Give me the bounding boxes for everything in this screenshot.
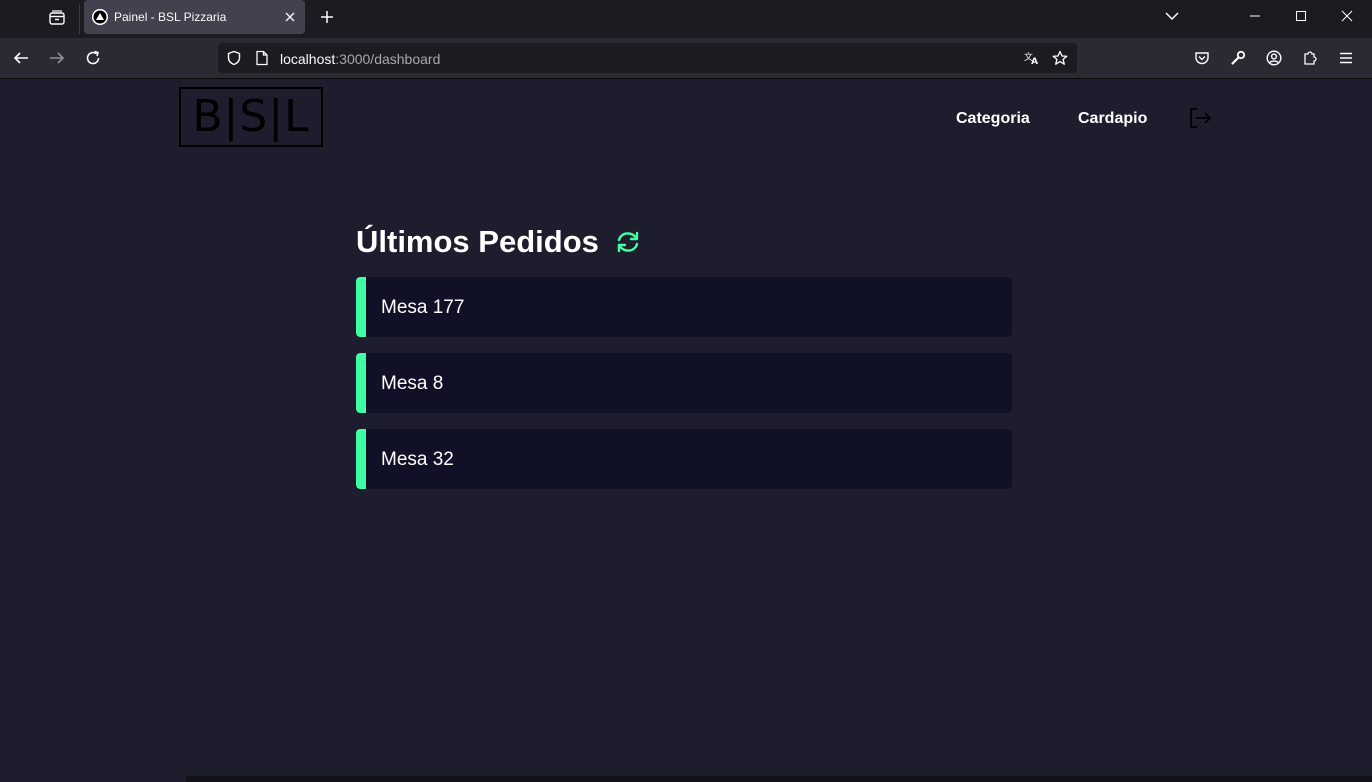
plus-icon[interactable] xyxy=(314,4,340,30)
url-text[interactable]: localhost:3000/dashboard xyxy=(280,51,440,67)
order-item[interactable]: Mesa 177 xyxy=(356,277,1012,337)
arrow-right-icon[interactable] xyxy=(43,44,71,72)
star-icon[interactable] xyxy=(1052,50,1068,66)
svg-text:A: A xyxy=(1031,57,1038,66)
maximize-icon[interactable] xyxy=(1278,0,1324,32)
chevron-down-icon[interactable] xyxy=(1160,4,1184,28)
url-host: localhost xyxy=(280,51,336,67)
puzzle-icon[interactable] xyxy=(1296,44,1324,72)
tab-list-icon[interactable] xyxy=(40,4,74,32)
order-status-bar xyxy=(356,429,366,489)
orders-header: Últimos Pedidos xyxy=(356,223,643,261)
order-label: Mesa 32 xyxy=(381,449,454,470)
reload-icon[interactable] xyxy=(79,44,107,72)
hamburger-icon[interactable] xyxy=(1332,44,1360,72)
browser-navbar: localhost:3000/dashboard 文A xyxy=(0,38,1372,79)
dashboard-page: B|S|L Categoria Cardapio Últimos Pedidos… xyxy=(0,80,1372,776)
logo-text: B|S|L xyxy=(192,91,310,142)
refresh-icon[interactable] xyxy=(613,227,643,257)
page-title: Últimos Pedidos xyxy=(356,224,599,259)
arrow-left-icon[interactable] xyxy=(7,44,35,72)
wrench-icon[interactable] xyxy=(1224,44,1252,72)
browser-tab-active[interactable]: Painel - BSL Pizzaria xyxy=(84,0,305,34)
account-icon[interactable] xyxy=(1260,44,1288,72)
logout-icon[interactable] xyxy=(1187,106,1213,130)
order-item[interactable]: Mesa 8 xyxy=(356,353,1012,413)
triangle-favicon-icon xyxy=(92,9,108,25)
minimize-icon[interactable] xyxy=(1232,0,1278,32)
order-status-bar xyxy=(356,277,366,337)
browser-tabbar: Painel - BSL Pizzaria xyxy=(0,0,1372,38)
bsl-logo[interactable]: B|S|L xyxy=(179,87,323,147)
url-path: :3000/dashboard xyxy=(335,51,441,67)
page-icon[interactable] xyxy=(254,50,270,66)
orders-list: Mesa 177 Mesa 8 Mesa 32 xyxy=(356,277,1012,505)
order-item[interactable]: Mesa 32 xyxy=(356,429,1012,489)
url-bar[interactable]: localhost:3000/dashboard 文A xyxy=(218,43,1077,73)
bottom-strip xyxy=(0,776,1372,782)
close-icon[interactable] xyxy=(281,8,299,26)
nav-link-categoria[interactable]: Categoria xyxy=(956,110,1030,128)
shield-icon[interactable] xyxy=(226,50,242,66)
bottom-strip-shade xyxy=(186,776,1372,782)
translate-icon[interactable]: 文A xyxy=(1024,50,1040,66)
order-label: Mesa 8 xyxy=(381,373,444,394)
pocket-icon[interactable] xyxy=(1188,44,1216,72)
order-status-bar xyxy=(356,353,366,413)
order-label: Mesa 177 xyxy=(381,297,465,318)
tab-separator xyxy=(79,4,80,34)
nav-link-cardapio[interactable]: Cardapio xyxy=(1078,110,1147,128)
tab-title: Painel - BSL Pizzaria xyxy=(114,10,227,24)
window-close-icon[interactable] xyxy=(1324,0,1370,32)
